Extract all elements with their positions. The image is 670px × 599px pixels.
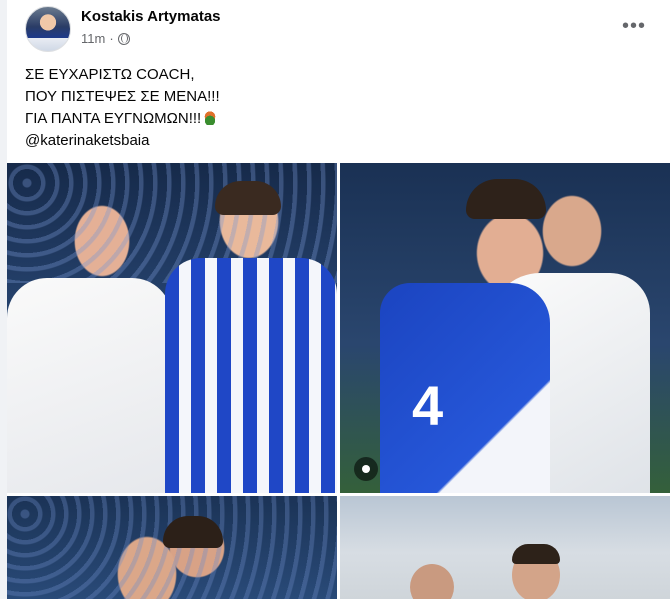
photo-grid: 4	[7, 163, 670, 599]
photo-4-player-hair	[512, 544, 560, 564]
facebook-post: Kostakis Artymatas 11m · ••• ΣΕ ΕΥΧΑΡΙΣΤ…	[7, 0, 670, 599]
mention-link[interactable]: @katerinaketsbaia	[25, 130, 645, 152]
meta-separator: ·	[109, 31, 114, 46]
photo-1[interactable]	[7, 163, 337, 493]
post-time[interactable]: 11m	[81, 31, 105, 46]
photo-3[interactable]	[7, 496, 337, 599]
author-name[interactable]: Kostakis Artymatas	[81, 8, 221, 25]
globe-icon[interactable]	[117, 32, 130, 45]
post-text-line-3-text: ΓΙΑ ΠΑΝΤΑ ΕΥΓΝΩΜΩΝ!!!	[25, 110, 202, 127]
avatar[interactable]	[25, 6, 71, 52]
post-header: Kostakis Artymatas 11m · •••	[7, 0, 670, 56]
tag-people-icon[interactable]	[354, 457, 378, 481]
photo-1-coach	[7, 278, 172, 493]
post-text-line-1: ΣΕ ΕΥΧΑΡΙΣΤΩ COACH,	[25, 66, 195, 83]
photo-1-player-hair	[215, 181, 281, 215]
photo-4-coach	[410, 564, 454, 599]
photo-2[interactable]: 4	[340, 163, 670, 493]
photo-2-player	[380, 283, 550, 493]
post-meta: 11m ·	[81, 31, 130, 46]
post-text-line-2: ΠΟΥ ΠΙΣΤΕΨΕΣ ΣΕ ΜΕΝΑ!!!	[25, 88, 220, 105]
post-text-line-3: ΓΙΑ ΠΑΝΤΑ ΕΥΓΝΩΜΩΝ!!!	[25, 108, 645, 130]
photo-4[interactable]	[340, 496, 670, 599]
photo-1-player	[165, 258, 337, 493]
photo-2-player-hair	[466, 179, 546, 219]
post-text: ΣΕ ΕΥΧΑΡΙΣΤΩ COACH, ΠΟΥ ΠΙΣΤΕΨΕΣ ΣΕ ΜΕΝΑ…	[25, 64, 645, 152]
more-options-button[interactable]: •••	[620, 12, 648, 40]
emoji-icon	[202, 111, 219, 125]
jersey-number: 4	[412, 374, 444, 437]
